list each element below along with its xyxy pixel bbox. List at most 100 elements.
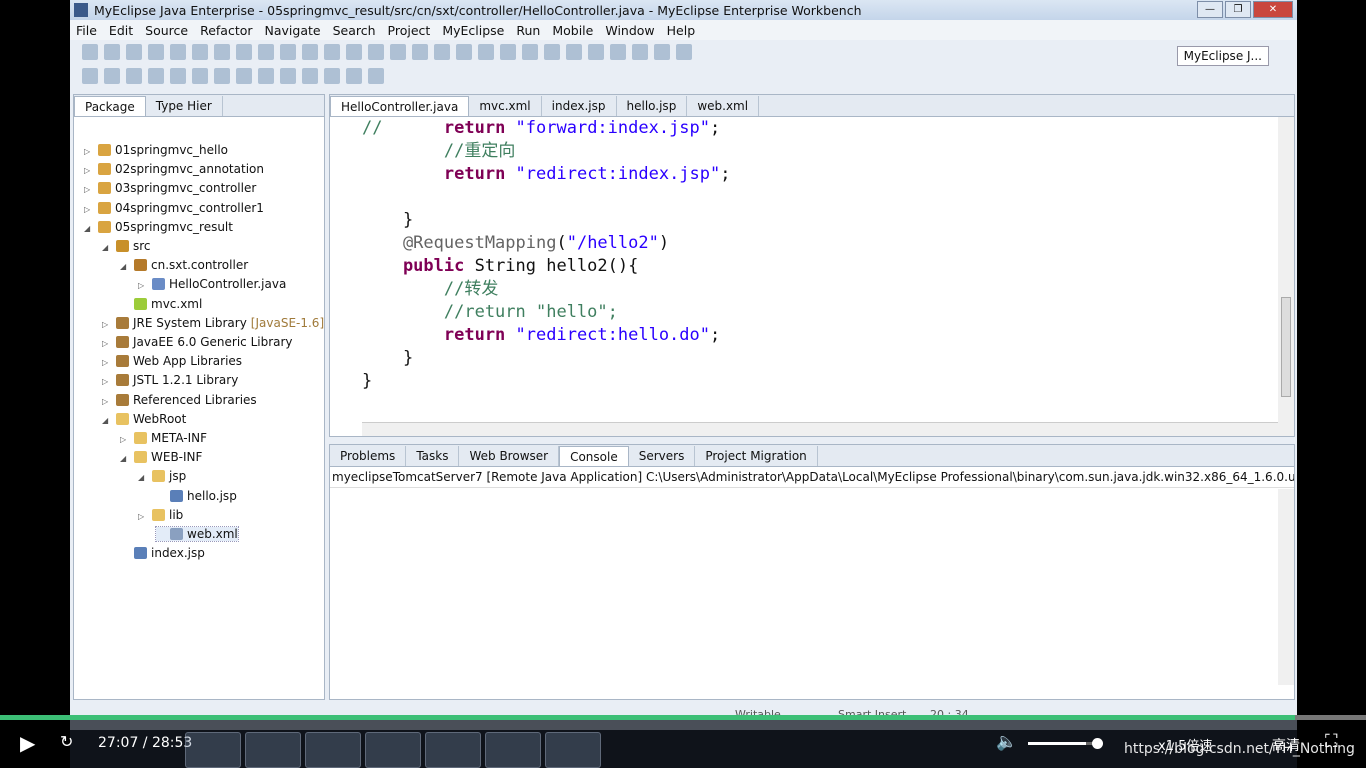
menu-run[interactable]: Run: [510, 23, 546, 38]
toolbar-button-icon[interactable]: [82, 68, 98, 84]
toolbar-button-icon[interactable]: [588, 44, 604, 60]
tab-package[interactable]: Package: [74, 96, 146, 116]
expand-arrow-icon[interactable]: ▷: [102, 339, 116, 348]
video-progress-bar[interactable]: [0, 715, 1366, 720]
menu-help[interactable]: Help: [661, 23, 702, 38]
horizontal-scrollbar[interactable]: [362, 422, 1278, 436]
toolbar-button-icon[interactable]: [258, 44, 274, 60]
toolbar-button-icon[interactable]: [280, 68, 296, 84]
tree-item[interactable]: ▷ 02springmvc_annotation: [84, 162, 264, 176]
toolbar-button-icon[interactable]: [192, 44, 208, 60]
tree-item[interactable]: mvc.xml: [120, 297, 202, 311]
tree-item[interactable]: index.jsp: [120, 546, 205, 560]
toolbar-button-icon[interactable]: [676, 44, 692, 60]
toolbar-button-icon[interactable]: [126, 44, 142, 60]
expand-arrow-icon[interactable]: ▷: [102, 397, 116, 406]
expand-arrow-icon[interactable]: ▷: [84, 185, 98, 194]
toolbar-button-icon[interactable]: [368, 68, 384, 84]
tree-item[interactable]: ▷ JavaEE 6.0 Generic Library: [102, 335, 293, 349]
toolbar-button-icon[interactable]: [324, 44, 340, 60]
expand-arrow-icon[interactable]: ◢: [120, 262, 134, 271]
maximize-button[interactable]: ❐: [1225, 1, 1251, 18]
expand-arrow-icon[interactable]: ▷: [102, 320, 116, 329]
menu-search[interactable]: Search: [327, 23, 382, 38]
toolbar-button-icon[interactable]: [214, 44, 230, 60]
minimize-button[interactable]: —: [1197, 1, 1223, 18]
tree-item[interactable]: hello.jsp: [156, 489, 237, 503]
expand-arrow-icon[interactable]: ◢: [138, 473, 152, 482]
tree-item[interactable]: ▷ lib: [138, 508, 183, 522]
tree-item[interactable]: ▷ Web App Libraries: [102, 354, 242, 368]
editor-scrollbar[interactable]: [1278, 117, 1294, 436]
expand-arrow-icon[interactable]: ▷: [120, 435, 134, 444]
menu-source[interactable]: Source: [139, 23, 194, 38]
expand-arrow-icon[interactable]: ▷: [84, 166, 98, 175]
toolbar-button-icon[interactable]: [236, 68, 252, 84]
toolbar-button-icon[interactable]: [148, 44, 164, 60]
tab-project-migration[interactable]: Project Migration: [695, 446, 818, 466]
menu-file[interactable]: File: [70, 23, 103, 38]
code-editor[interactable]: HelloController.java mvc.xml index.jsp hell…: [329, 94, 1295, 437]
replay-icon[interactable]: ↻: [60, 732, 73, 751]
tree-item[interactable]: ▷ JRE System Library [JavaSE-1.6]: [102, 316, 324, 330]
tab-web-xml[interactable]: web.xml: [687, 96, 760, 116]
expand-arrow-icon[interactable]: ◢: [102, 243, 116, 252]
toolbar-button-icon[interactable]: [104, 68, 120, 84]
toolbar-button-icon[interactable]: [368, 44, 384, 60]
tree-item[interactable]: ▷ META-INF: [120, 431, 207, 445]
toolbar-button-icon[interactable]: [456, 44, 472, 60]
tree-item[interactable]: ▷ HelloController.java: [138, 277, 286, 291]
tree-item[interactable]: ▷ 03springmvc_controller: [84, 181, 256, 195]
toolbar-button-icon[interactable]: [302, 68, 318, 84]
tree-item[interactable]: ◢ src: [102, 239, 151, 253]
fullscreen-icon[interactable]: ⛶: [1325, 731, 1338, 752]
menu-window[interactable]: Window: [599, 23, 660, 38]
tree-item[interactable]: ◢ WebRoot: [102, 412, 186, 426]
tab-hellocontroller-java[interactable]: HelloController.java: [330, 96, 470, 116]
expand-arrow-icon[interactable]: ▷: [84, 147, 98, 156]
tab-mvc-xml[interactable]: mvc.xml: [469, 96, 542, 116]
perspective-button[interactable]: MyEclipse J...: [1176, 46, 1269, 66]
toolbar-button-icon[interactable]: [346, 44, 362, 60]
menu-edit[interactable]: Edit: [103, 23, 139, 38]
tree-item[interactable]: ◢ cn.sxt.controller: [120, 258, 248, 272]
tree-item[interactable]: ▷ Referenced Libraries: [102, 393, 257, 407]
toolbar-button-icon[interactable]: [126, 68, 142, 84]
toolbar-button-icon[interactable]: [412, 44, 428, 60]
menu-project[interactable]: Project: [382, 23, 437, 38]
toolbar-button-icon[interactable]: [236, 44, 252, 60]
tree-item[interactable]: ◢ WEB-INF: [120, 450, 202, 464]
tree-item[interactable]: ◢ 05springmvc_result: [84, 220, 233, 234]
toolbar-button-icon[interactable]: [478, 44, 494, 60]
tab-type-hier[interactable]: Type Hier: [146, 96, 223, 116]
toolbar-button-icon[interactable]: [280, 44, 296, 60]
volume-icon[interactable]: 🔈: [996, 732, 1017, 752]
close-button[interactable]: ✕: [1253, 1, 1293, 18]
expand-arrow-icon[interactable]: ▷: [84, 205, 98, 214]
toolbar-button-icon[interactable]: [170, 68, 186, 84]
volume-slider[interactable]: [1028, 738, 1103, 749]
toolbar-button-icon[interactable]: [346, 68, 362, 84]
expand-arrow-icon[interactable]: ◢: [84, 224, 98, 233]
play-icon[interactable]: ▶: [20, 731, 35, 755]
toolbar-button-icon[interactable]: [522, 44, 538, 60]
toolbar-button-icon[interactable]: [500, 44, 516, 60]
expand-arrow-icon[interactable]: ▷: [102, 358, 116, 367]
toolbar-button-icon[interactable]: [170, 44, 186, 60]
toolbar-button-icon[interactable]: [192, 68, 208, 84]
toolbar-button-icon[interactable]: [214, 68, 230, 84]
tree-item[interactable]: web.xml: [155, 526, 239, 542]
tree-item[interactable]: ▷ JSTL 1.2.1 Library: [102, 373, 238, 387]
toolbar-button-icon[interactable]: [82, 44, 98, 60]
toolbar-button-icon[interactable]: [544, 44, 560, 60]
expand-arrow-icon[interactable]: ▷: [138, 512, 152, 521]
tab-tasks[interactable]: Tasks: [406, 446, 460, 466]
tab-problems[interactable]: Problems: [330, 446, 407, 466]
toolbar-button-icon[interactable]: [104, 44, 120, 60]
tree-item[interactable]: ▷ 01springmvc_hello: [84, 143, 228, 157]
expand-arrow-icon[interactable]: ◢: [102, 416, 116, 425]
expand-arrow-icon[interactable]: ▷: [138, 281, 152, 290]
expand-arrow-icon[interactable]: ▷: [102, 377, 116, 386]
toolbar-button-icon[interactable]: [148, 68, 164, 84]
menu-mobile[interactable]: Mobile: [546, 23, 599, 38]
